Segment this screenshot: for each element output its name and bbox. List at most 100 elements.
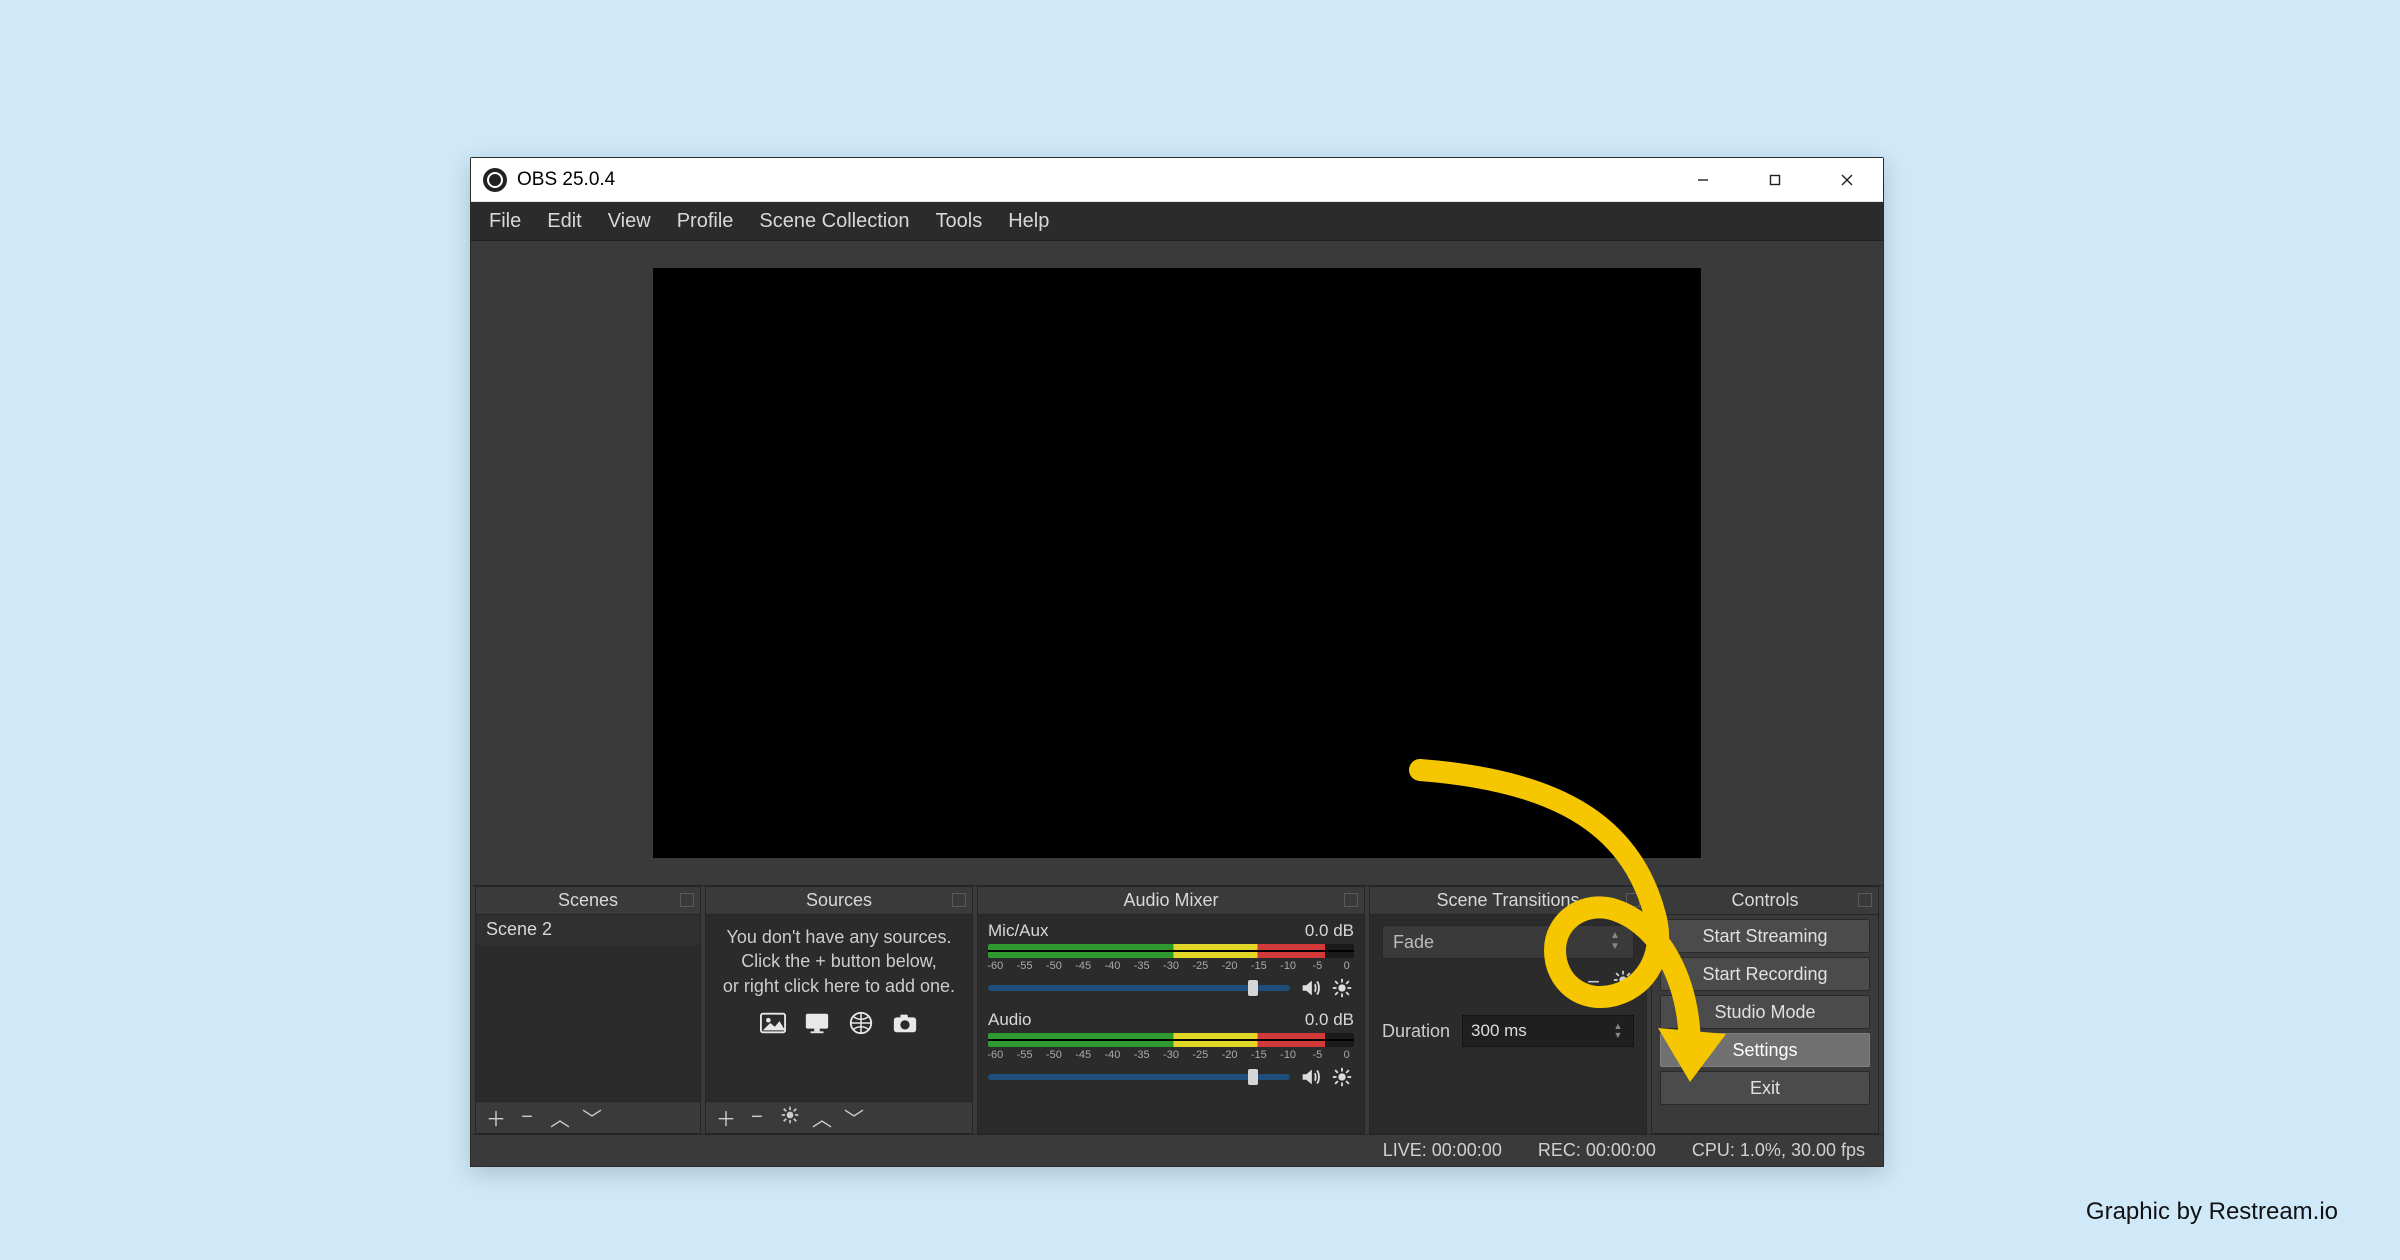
mixer-channel: Mic/Aux 0.0 dB -60-55-50 -45-40-35 -30-2…	[988, 921, 1354, 1000]
popout-icon[interactable]	[680, 893, 694, 907]
status-cpu: CPU: 1.0%, 30.00 fps	[1692, 1140, 1865, 1161]
minimize-button[interactable]	[1667, 158, 1739, 201]
status-live: LIVE: 00:00:00	[1383, 1140, 1502, 1161]
transition-selected-label: Fade	[1393, 932, 1434, 953]
volume-slider[interactable]	[988, 1074, 1290, 1080]
menu-scene-collection[interactable]: Scene Collection	[755, 208, 913, 235]
mixer-channel: Audio 0.0 dB -60-55-50 -45-40-35 -30-25-…	[988, 1010, 1354, 1089]
maximize-button[interactable]	[1739, 158, 1811, 201]
add-source-icon[interactable]: ＋	[716, 1103, 734, 1132]
start-streaming-button[interactable]: Start Streaming	[1660, 919, 1870, 953]
status-bar: LIVE: 00:00:00 REC: 00:00:00 CPU: 1.0%, …	[471, 1134, 1883, 1166]
window-titlebar[interactable]: OBS 25.0.4	[471, 158, 1883, 202]
channel-meter	[988, 1033, 1354, 1047]
dock-title-controls[interactable]: Controls	[1652, 887, 1878, 915]
channel-meter	[988, 944, 1354, 958]
popout-icon[interactable]	[1344, 893, 1358, 907]
image-source-icon	[756, 1008, 790, 1038]
menu-tools[interactable]: Tools	[932, 208, 987, 235]
menu-edit[interactable]: Edit	[543, 208, 585, 235]
window-controls	[1667, 158, 1883, 201]
menu-file[interactable]: File	[485, 208, 525, 235]
controls-body: Start Streaming Start Recording Studio M…	[1652, 915, 1878, 1133]
channel-db: 0.0 dB	[1305, 1010, 1354, 1030]
window-title: OBS 25.0.4	[517, 169, 1667, 191]
obs-app-icon	[483, 168, 507, 192]
duration-input[interactable]: 300 ms ▲▼	[1462, 1015, 1634, 1047]
preview-canvas[interactable]	[653, 268, 1701, 858]
dock-title-sources[interactable]: Sources	[706, 887, 972, 915]
menu-bar: File Edit View Profile Scene Collection …	[471, 202, 1883, 241]
dock-title-scenes[interactable]: Scenes	[476, 887, 700, 915]
channel-db: 0.0 dB	[1305, 921, 1354, 941]
dock-sources: Sources You don't have any sources. Clic…	[705, 886, 973, 1134]
exit-button[interactable]: Exit	[1660, 1071, 1870, 1105]
camera-source-icon	[888, 1008, 922, 1038]
channel-name: Audio	[988, 1010, 1031, 1030]
sources-empty-line: Click the + button below,	[741, 949, 937, 973]
channel-settings-icon[interactable]	[1330, 976, 1354, 1000]
dock-title-label: Audio Mixer	[1123, 890, 1218, 911]
transition-properties-icon[interactable]	[1612, 969, 1634, 1001]
meter-ticks: -60-55-50 -45-40-35 -30-25-20 -15-10-5 0	[988, 1049, 1354, 1061]
mixer-body: Mic/Aux 0.0 dB -60-55-50 -45-40-35 -30-2…	[978, 915, 1364, 1133]
popout-icon[interactable]	[952, 893, 966, 907]
settings-button[interactable]: Settings	[1660, 1033, 1870, 1067]
dock-audio-mixer: Audio Mixer Mic/Aux 0.0 dB -60-55-50	[977, 886, 1365, 1134]
duration-label: Duration	[1382, 1021, 1450, 1042]
dock-title-transitions[interactable]: Scene Transitions	[1370, 887, 1646, 915]
transition-select[interactable]: Fade ▲▼	[1382, 925, 1634, 959]
sources-empty-line: or right click here to add one.	[723, 974, 955, 998]
preview-area	[471, 241, 1883, 885]
select-updown-icon: ▲▼	[1607, 930, 1623, 954]
dock-title-label: Controls	[1731, 890, 1798, 911]
duration-value: 300 ms	[1471, 1021, 1527, 1041]
add-transition-icon[interactable]: ＋	[1553, 969, 1575, 1001]
menu-help[interactable]: Help	[1004, 208, 1053, 235]
spin-updown-icon[interactable]: ▲▼	[1611, 1022, 1625, 1040]
speaker-icon[interactable]	[1298, 1065, 1322, 1089]
display-source-icon	[800, 1008, 834, 1038]
sources-empty-line: You don't have any sources.	[727, 925, 952, 949]
add-scene-icon[interactable]: ＋	[486, 1103, 504, 1132]
dock-title-label: Scenes	[558, 890, 618, 911]
move-scene-down-icon[interactable]: ﹀	[582, 1103, 600, 1132]
meter-ticks: -60-55-50 -45-40-35 -30-25-20 -15-10-5 0	[988, 960, 1354, 972]
scene-list[interactable]: Scene 2	[476, 915, 700, 1101]
channel-settings-icon[interactable]	[1330, 1065, 1354, 1089]
source-properties-icon[interactable]	[780, 1105, 798, 1131]
dock-title-label: Scene Transitions	[1436, 890, 1579, 911]
dock-row: Scenes Scene 2 ＋ − ︿ ﹀ Sources	[471, 885, 1883, 1134]
volume-slider[interactable]	[988, 985, 1290, 991]
popout-icon[interactable]	[1626, 893, 1640, 907]
attribution-text: Graphic by Restream.io	[2086, 1198, 2338, 1226]
source-type-icons	[756, 1008, 922, 1038]
dock-scene-transitions: Scene Transitions Fade ▲▼ ＋ − Duration	[1369, 886, 1647, 1134]
popout-icon[interactable]	[1858, 893, 1872, 907]
close-button[interactable]	[1811, 158, 1883, 201]
studio-mode-button[interactable]: Studio Mode	[1660, 995, 1870, 1029]
channel-name: Mic/Aux	[988, 921, 1048, 941]
dock-title-label: Sources	[806, 890, 872, 911]
browser-source-icon	[844, 1008, 878, 1038]
move-scene-up-icon[interactable]: ︿	[550, 1103, 568, 1132]
scene-item[interactable]: Scene 2	[476, 915, 700, 945]
remove-scene-icon[interactable]: −	[518, 1106, 536, 1129]
speaker-icon[interactable]	[1298, 976, 1322, 1000]
scenes-toolbar: ＋ − ︿ ﹀	[476, 1101, 700, 1133]
dock-controls: Controls Start Streaming Start Recording…	[1651, 886, 1879, 1134]
move-source-down-icon[interactable]: ﹀	[844, 1103, 862, 1132]
remove-source-icon[interactable]: −	[748, 1106, 766, 1129]
move-source-up-icon[interactable]: ︿	[812, 1103, 830, 1132]
obs-window: OBS 25.0.4 File Edit View Profile Scene …	[470, 157, 1884, 1167]
remove-transition-icon[interactable]: −	[1587, 969, 1600, 1001]
menu-profile[interactable]: Profile	[673, 208, 738, 235]
sources-toolbar: ＋ − ︿ ﹀	[706, 1101, 972, 1133]
dock-scenes: Scenes Scene 2 ＋ − ︿ ﹀	[475, 886, 701, 1134]
menu-view[interactable]: View	[604, 208, 655, 235]
status-rec: REC: 00:00:00	[1538, 1140, 1656, 1161]
start-recording-button[interactable]: Start Recording	[1660, 957, 1870, 991]
dock-title-mixer[interactable]: Audio Mixer	[978, 887, 1364, 915]
transitions-toolbar: ＋ −	[1382, 969, 1634, 1001]
sources-empty-message[interactable]: You don't have any sources. Click the + …	[706, 915, 972, 1101]
